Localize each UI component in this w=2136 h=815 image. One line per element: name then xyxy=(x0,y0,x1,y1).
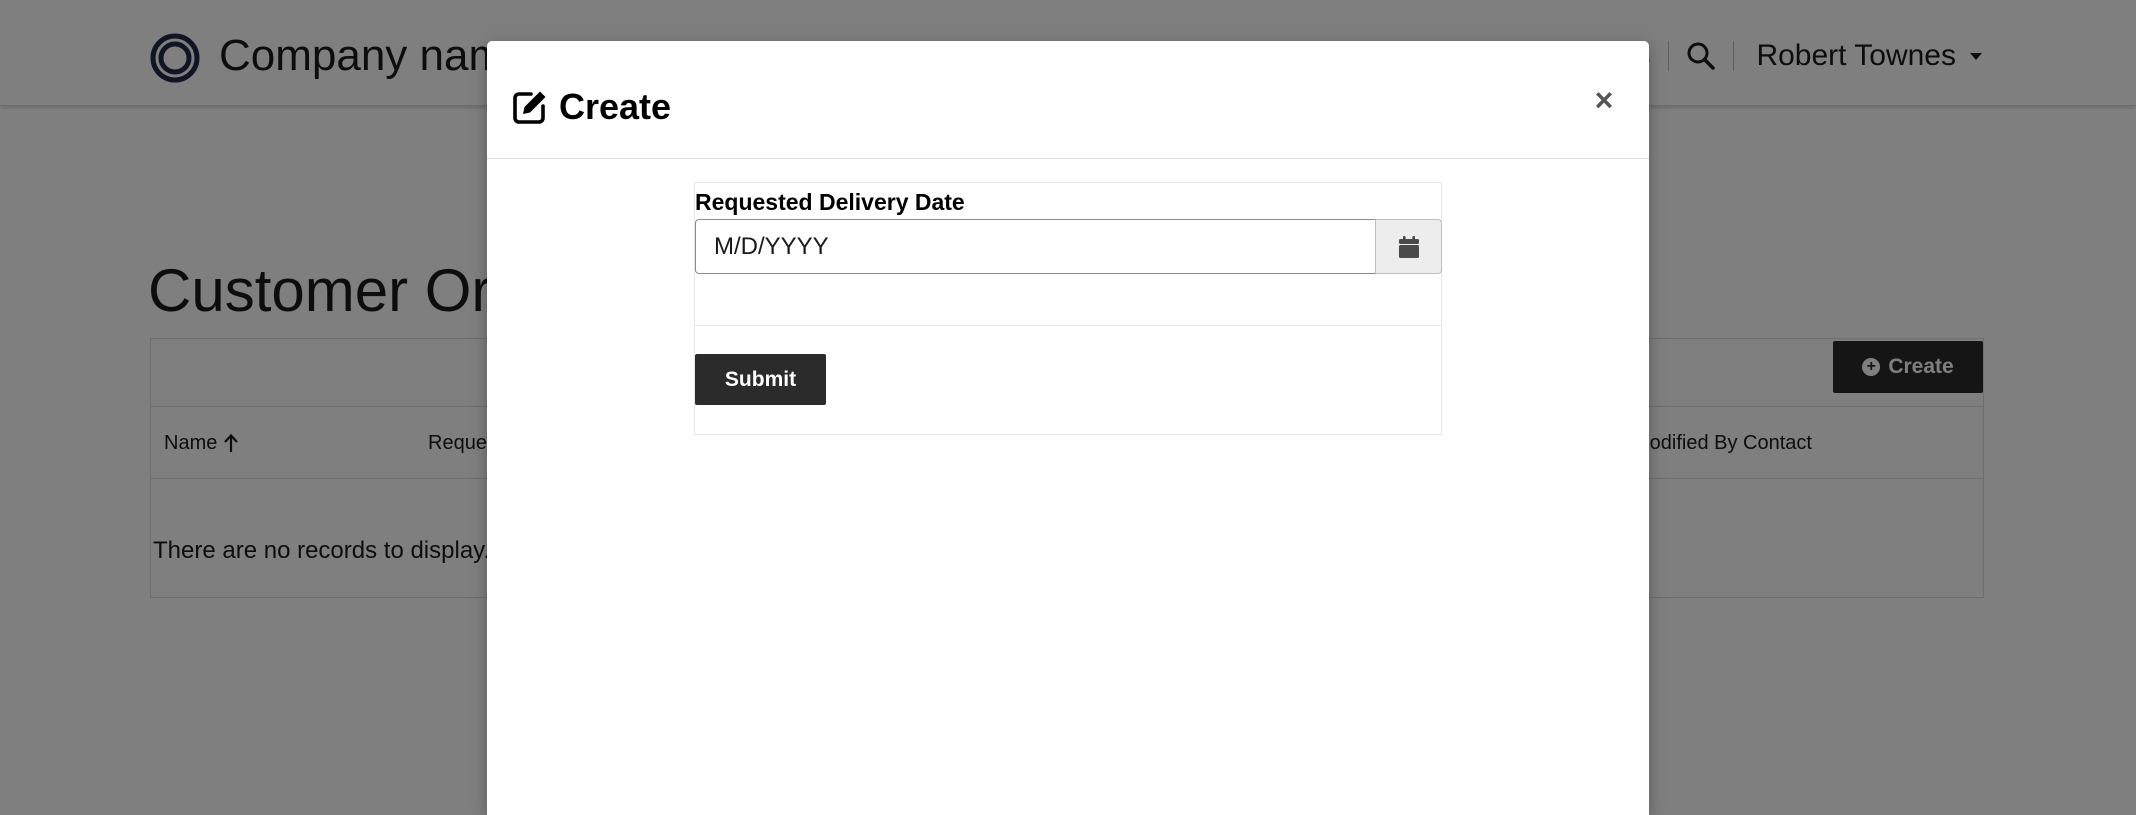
close-icon: × xyxy=(1594,82,1614,118)
edit-icon xyxy=(513,91,546,124)
form-divider xyxy=(695,325,1441,326)
submit-button[interactable]: Submit xyxy=(695,354,826,405)
modal-title: Create xyxy=(511,87,671,127)
create-form: Requested Delivery Date Submit xyxy=(694,182,1442,435)
requested-delivery-date-input[interactable] xyxy=(695,219,1376,274)
calendar-icon xyxy=(1398,235,1419,258)
modal-title-text: Create xyxy=(559,86,672,127)
create-modal: Create × Requested Delivery Date Submit xyxy=(487,41,1649,815)
modal-header: Create × xyxy=(487,41,1649,159)
calendar-button[interactable] xyxy=(1375,219,1442,274)
close-button[interactable]: × xyxy=(1589,82,1619,118)
requested-delivery-date-label: Requested Delivery Date xyxy=(695,189,965,215)
